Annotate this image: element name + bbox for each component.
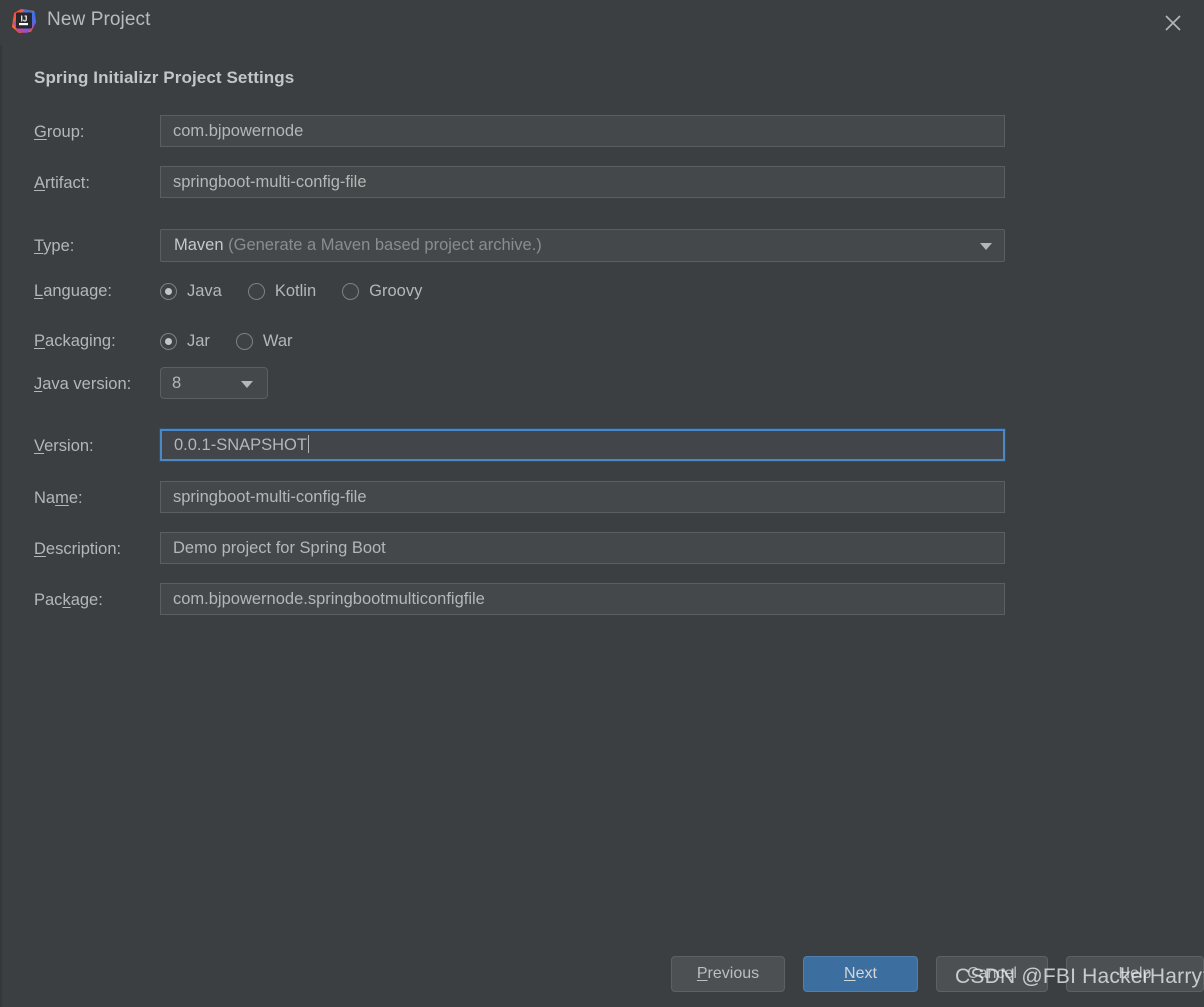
artifact-label: Artifact: xyxy=(34,174,90,192)
radio-indicator xyxy=(160,282,177,300)
form-row-description: Description: Demo project for Spring Boo… xyxy=(0,532,1204,566)
package-label: Package: xyxy=(34,591,103,609)
close-icon[interactable] xyxy=(1156,6,1190,40)
name-input[interactable]: springboot-multi-config-file xyxy=(160,481,1005,513)
packaging-radio-group: Jar War xyxy=(160,324,319,358)
form-row-name: Name: springboot-multi-config-file xyxy=(0,481,1204,515)
form-row-group: Group: com.bjpowernode xyxy=(0,115,1204,149)
form-row-type: Type: Maven (Generate a Maven based proj… xyxy=(0,229,1204,263)
version-input-value: 0.0.1-SNAPSHOT xyxy=(174,436,307,454)
name-label: Name: xyxy=(34,489,83,507)
type-hint-text: (Generate a Maven based project archive.… xyxy=(228,236,542,254)
type-label: Type: xyxy=(34,237,75,255)
description-label: Description: xyxy=(34,540,122,558)
language-radio-group: Java Kotlin Groovy xyxy=(160,274,448,308)
window-title: New Project xyxy=(47,9,151,30)
java-version-label: Java version: xyxy=(34,375,132,393)
chevron-down-icon xyxy=(241,381,253,388)
cancel-button-label: Cancel xyxy=(967,965,1017,982)
radio-label: Groovy xyxy=(369,281,423,300)
text-caret xyxy=(307,435,309,453)
version-label: Version: xyxy=(34,437,94,455)
page-title: Spring Initializr Project Settings xyxy=(34,68,295,87)
radio-label: Java xyxy=(187,281,222,300)
radio-packaging-war[interactable]: War xyxy=(235,331,293,351)
help-button-label: Help xyxy=(1118,965,1152,982)
form-row-language: Language: Java Kotlin Groovy xyxy=(0,274,1204,308)
radio-packaging-jar[interactable]: Jar xyxy=(160,332,210,351)
form-row-version: Version: 0.0.1-SNAPSHOT xyxy=(0,428,1204,463)
radio-label: Kotlin xyxy=(274,281,317,300)
radio-indicator xyxy=(342,282,360,300)
radio-language-groovy[interactable]: Groovy xyxy=(342,282,422,301)
radio-label: Jar xyxy=(187,331,210,350)
help-button[interactable]: Help xyxy=(1066,956,1204,992)
title-bar: IJ New Project xyxy=(0,0,1204,45)
java-version-selected-value: 8 xyxy=(172,374,182,392)
java-version-combobox[interactable]: 8 xyxy=(160,367,268,399)
description-input[interactable]: Demo project for Spring Boot xyxy=(160,532,1005,564)
intellij-idea-logo-icon: IJ xyxy=(11,8,37,34)
group-input[interactable]: com.bjpowernode xyxy=(160,115,1005,147)
chevron-down-icon xyxy=(980,243,992,250)
type-combobox[interactable]: Maven (Generate a Maven based project ar… xyxy=(160,229,1005,262)
group-label: Group: xyxy=(34,123,85,141)
language-label: Language: xyxy=(34,282,113,300)
previous-button[interactable]: Previous xyxy=(671,956,785,992)
type-selected-value: Maven xyxy=(174,236,224,254)
previous-button-label: Previous xyxy=(696,965,760,982)
next-button[interactable]: Next xyxy=(803,956,918,992)
radio-language-java[interactable]: Java xyxy=(160,282,222,301)
form-row-artifact: Artifact: springboot-multi-config-file xyxy=(0,166,1204,200)
radio-label: War xyxy=(262,331,293,350)
form-row-java-version: Java version: 8 xyxy=(0,367,1204,401)
radio-indicator xyxy=(247,282,265,300)
form-row-packaging: Packaging: Jar War xyxy=(0,324,1204,358)
svg-text:IJ: IJ xyxy=(21,15,28,24)
package-input[interactable]: com.bjpowernode.springbootmulticonfigfil… xyxy=(160,583,1005,615)
next-button-label: Next xyxy=(844,965,877,982)
version-input[interactable]: 0.0.1-SNAPSHOT xyxy=(159,428,1006,462)
cancel-button[interactable]: Cancel xyxy=(936,956,1048,992)
packaging-label: Packaging: xyxy=(34,332,116,350)
form-row-package: Package: com.bjpowernode.springbootmulti… xyxy=(0,583,1204,617)
artifact-input[interactable]: springboot-multi-config-file xyxy=(160,166,1005,198)
radio-language-kotlin[interactable]: Kotlin xyxy=(247,281,317,301)
radio-indicator xyxy=(160,332,177,350)
radio-indicator xyxy=(235,332,253,350)
